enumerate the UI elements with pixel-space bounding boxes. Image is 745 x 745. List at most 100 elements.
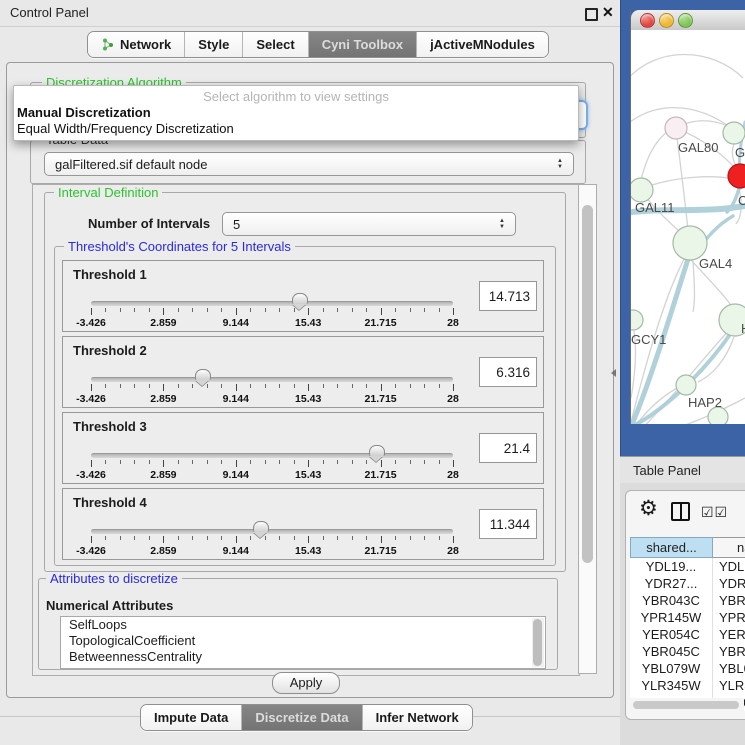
network-graph: GAL80GACGAL11GAL4GCY1HHAP2 [631,30,745,424]
tick-mark [424,536,425,540]
slider-thumb[interactable] [253,521,269,532]
tick-label: 2.859 [150,545,176,557]
attribute-item-betweennesscentrality[interactable]: BetweennessCentrality [61,649,545,665]
tab-select[interactable]: Select [242,32,307,57]
horizontal-scrollbar-thumb[interactable] [633,701,739,709]
threshold-value-input[interactable]: 6.316 [479,357,537,387]
tick-mark [192,536,193,540]
tick-mark [395,460,396,464]
tab-discretize-data[interactable]: Discretize Data [241,705,361,730]
split-columns-icon[interactable] [671,502,690,521]
network-node-gal80[interactable] [665,117,687,139]
float-window-icon[interactable] [585,8,598,21]
tick-mark [163,460,164,467]
vertical-scrollbar[interactable] [578,184,597,674]
tick-mark [337,308,338,312]
tick-mark [236,384,237,391]
horizontal-scrollbar[interactable] [630,698,744,712]
slider-track[interactable] [91,377,453,382]
table-row[interactable]: YLR345WYLR3 [630,677,745,694]
list-scrollbar-thumb[interactable] [533,619,542,666]
node-label: GA [735,145,745,160]
tick-mark [221,536,222,540]
slider-track[interactable] [91,453,453,458]
network-node-ga[interactable] [723,122,745,144]
slider-thumb[interactable] [292,293,308,304]
slider-thumb[interactable] [195,369,211,380]
tab-infer-network-label: Infer Network [376,710,459,725]
network-node-gal4[interactable] [673,226,707,260]
list-scrollbar[interactable] [532,618,544,667]
tick-mark [294,460,295,464]
slider-track[interactable] [91,529,453,534]
tab-infer-network[interactable]: Infer Network [362,705,472,730]
network-view-window: GAL80GACGAL11GAL4GCY1HHAP2 [630,10,745,424]
table-row[interactable]: YPR145WYPR1 [630,609,745,626]
table-row[interactable]: YER054CYER0 [630,626,745,643]
slider-track[interactable] [91,301,453,306]
table-panel-title: Table Panel [633,457,701,484]
combo-spinner-icon[interactable]: ▲▼ [499,218,505,230]
minimize-traffic-light[interactable] [659,13,674,28]
tick-mark [323,384,324,388]
dropdown-item-equal-width-frequency-discretization[interactable]: Equal Width/Frequency Discretization [16,121,573,137]
network-node-hap2[interactable] [676,375,696,395]
attribute-item-selfloops[interactable]: SelfLoops [61,617,545,633]
cell-name: YPR1 [713,609,745,626]
tab-style[interactable]: Style [184,32,242,57]
gear-icon[interactable]: ⚙ [639,498,658,520]
tick-mark [178,308,179,312]
tick-mark [178,536,179,540]
network-node-gal11[interactable] [631,178,653,202]
tab-jactivemnodules[interactable]: jActiveMNodules [416,32,548,57]
network-node-c[interactable] [728,164,745,188]
close-traffic-light[interactable] [640,13,655,28]
tick-mark [134,384,135,388]
threshold-value-input[interactable]: 21.4 [479,433,537,463]
tab-impute-data[interactable]: Impute Data [141,705,241,730]
table-header-row: shared... name [630,537,745,558]
tick-mark [337,536,338,540]
table-row[interactable]: YBR045CYBR0 [630,643,745,660]
table-row[interactable]: YBR043CYBR0 [630,592,745,609]
cell-name: YER0 [713,626,745,643]
tick-mark [91,536,92,543]
select-columns-icon[interactable]: ☑☑ [701,504,728,521]
tick-mark [163,308,164,315]
table-row[interactable]: YBL079WYBL0 [630,660,745,677]
panel-collapse-icon[interactable] [611,369,616,377]
threshold-value-input[interactable]: 11.344 [479,509,537,539]
zoom-traffic-light[interactable] [678,13,693,28]
tick-label: 9.144 [223,317,249,329]
dropdown-item-manual-discretization[interactable]: Manual Discretization [16,105,573,121]
close-icon[interactable]: ✕ [602,4,614,21]
threshold-value-input[interactable]: 14.713 [479,281,537,311]
network-node-gcy1[interactable] [631,310,643,330]
combo-spinner-icon[interactable]: ▲▼ [557,158,563,170]
table-data-combobox[interactable]: galFiltered.sif default node ▲▼ [44,152,574,176]
apply-button[interactable]: Apply [272,672,340,694]
attribute-item-topologicalcoefficient[interactable]: TopologicalCoefficient [61,633,545,649]
tick-mark [308,384,309,391]
network-window-titlebar[interactable] [631,10,745,31]
tick-mark [410,384,411,388]
algorithm-dropdown-popup: Select algorithm to view settings Manual… [13,85,579,141]
column-header-shared-name[interactable]: shared... [630,537,713,558]
numerical-attributes-list[interactable]: SelfLoopsTopologicalCoefficientBetweenne… [60,616,546,669]
table-row[interactable]: YDL19...YDL1 [630,558,745,575]
vertical-scrollbar-thumb[interactable] [582,205,593,563]
top-tabs: NetworkStyleSelectCyni ToolboxjActiveMNo… [87,31,549,58]
column-header-name[interactable]: name [713,537,745,558]
tab-network[interactable]: Network [88,32,184,57]
cell-shared-name: YBR043C [630,592,713,609]
slider-thumb[interactable] [369,445,385,456]
tick-mark [105,384,106,388]
tick-mark [120,536,121,540]
table-row[interactable]: YDR27...YDR2 [630,575,745,592]
tick-mark [453,460,454,467]
tick-mark [323,308,324,312]
tick-mark [381,536,382,543]
tab-cyni-toolbox[interactable]: Cyni Toolbox [308,32,416,57]
network-canvas[interactable]: GAL80GACGAL11GAL4GCY1HHAP2 [631,30,745,424]
number-of-intervals-combobox[interactable]: 5 ▲▼ [222,212,516,236]
